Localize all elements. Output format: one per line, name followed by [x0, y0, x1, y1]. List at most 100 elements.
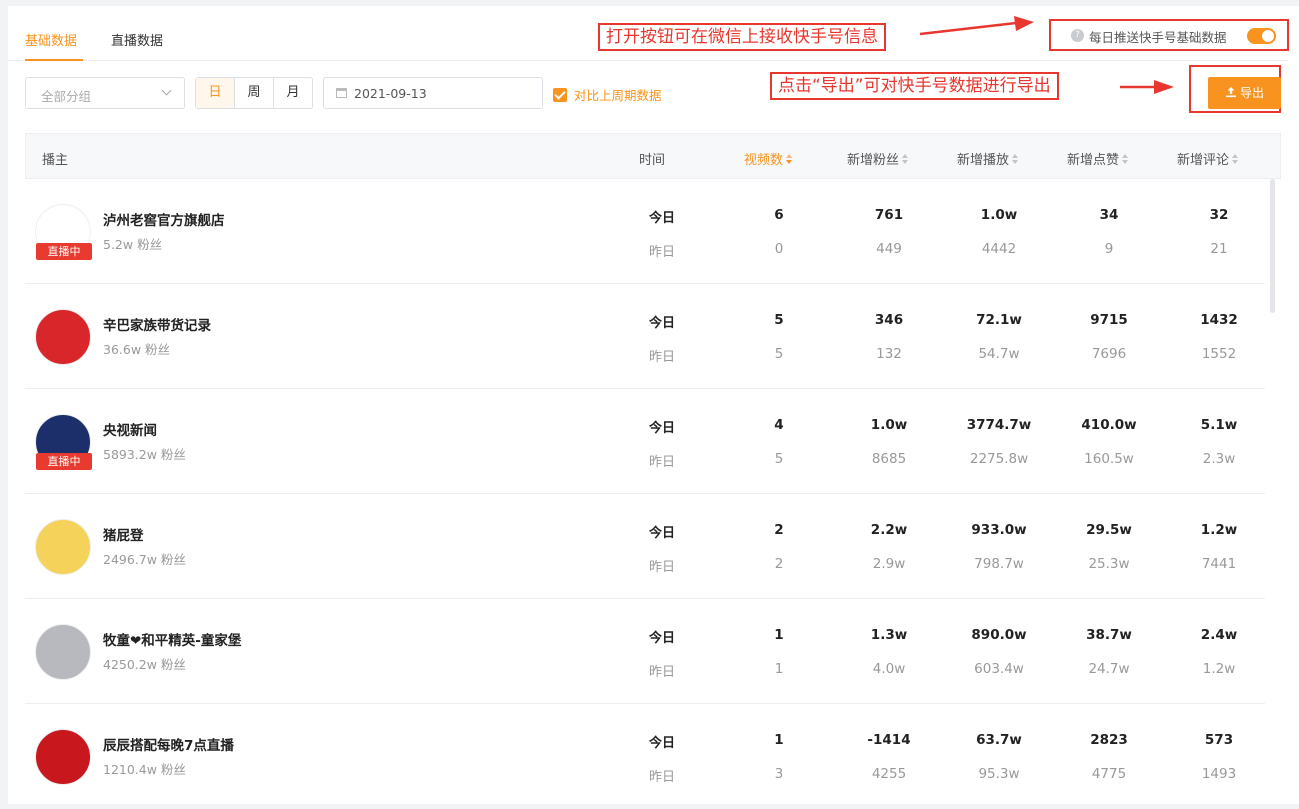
- period-month-button[interactable]: 月: [274, 78, 312, 108]
- today-value: 38.7w: [1086, 627, 1132, 643]
- table-row[interactable]: 直播中 泸州老窖官方旗舰店 5.2w 粉丝 今日 昨日 6 0 761 449 1.0w 4442 3…: [25, 179, 1265, 284]
- export-label: 导出: [1239, 86, 1264, 100]
- tab-live-data[interactable]: 直播数据: [111, 30, 163, 49]
- compare-previous-checkbox[interactable]: 对比上周期数据: [553, 85, 662, 104]
- group-select[interactable]: 全部分组: [25, 77, 185, 109]
- yesterday-value: 25.3w: [1088, 556, 1130, 572]
- col-new-comments-label: 新增评论: [1177, 153, 1230, 168]
- today-value: 933.0w: [971, 522, 1027, 538]
- yesterday-value: 24.7w: [1088, 661, 1130, 677]
- tab-basic-data[interactable]: 基础数据: [25, 30, 77, 49]
- yesterday-label: 昨日: [648, 455, 675, 470]
- table-row[interactable]: 直播中 央视新闻 5893.2w 粉丝 今日 昨日 4 5 1.0w 8685 3774.7w 22…: [25, 389, 1265, 494]
- today-value: 1.0w: [980, 207, 1018, 223]
- yesterday-value: 2: [774, 556, 784, 572]
- col-time: 时间: [639, 153, 666, 168]
- yesterday-value: 2.3w: [1202, 451, 1236, 467]
- anchor-name[interactable]: 辛巴家族带货记录: [103, 314, 211, 334]
- table-row[interactable]: 牧童❤和平精英-童家堡 4250.2w 粉丝 今日 昨日 1 1 1.3w 4.0w 890.0…: [25, 599, 1265, 704]
- period-day-button[interactable]: 日: [196, 78, 235, 108]
- avatar[interactable]: [35, 309, 91, 365]
- help-icon[interactable]: ?: [1071, 29, 1084, 42]
- daily-push-toggle[interactable]: [1247, 28, 1276, 44]
- today-value: 573: [1204, 732, 1234, 748]
- period-selector: 日 周 月: [195, 77, 313, 109]
- table-header: 播主 时间 视频数 新增粉丝 新增播放 新增点赞 新增评论: [25, 133, 1281, 179]
- yesterday-label: 昨日: [648, 560, 675, 575]
- col-videos-label: 视频数: [744, 153, 784, 168]
- checkbox-checked-icon: [553, 88, 567, 102]
- compare-label: 对比上周期数据: [574, 88, 662, 103]
- sort-icon: [1012, 154, 1019, 165]
- yesterday-value: 449: [876, 241, 902, 257]
- today-label: 今日: [648, 736, 675, 751]
- export-button[interactable]: 导出: [1208, 77, 1281, 109]
- avatar[interactable]: [35, 519, 91, 575]
- today-value: 1.2w: [1200, 522, 1238, 538]
- arrow-right-icon: [1120, 80, 1174, 94]
- today-value: 346: [874, 312, 904, 328]
- today-value: 1.0w: [870, 417, 908, 433]
- yesterday-value: 1: [774, 661, 784, 677]
- sort-icon: [786, 154, 793, 165]
- col-new-fans-label: 新增粉丝: [847, 153, 900, 168]
- period-week-button[interactable]: 周: [235, 78, 274, 108]
- yesterday-label: 昨日: [648, 770, 675, 785]
- today-label: 今日: [648, 211, 675, 226]
- yesterday-value: 1552: [1201, 346, 1237, 362]
- sort-icon: [902, 154, 909, 165]
- upload-icon: [1225, 87, 1236, 98]
- anchor-name[interactable]: 辰辰搭配每晚7点直播: [103, 734, 234, 754]
- live-badge: 直播中: [36, 453, 92, 470]
- today-value: 63.7w: [976, 732, 1022, 748]
- daily-push-label: 每日推送快手号基础数据: [1089, 30, 1227, 45]
- col-videos[interactable]: 视频数: [744, 149, 793, 168]
- yesterday-value: 4255: [871, 766, 907, 782]
- push-annotation: 打开按钮可在微信上接收快手号信息: [598, 23, 886, 51]
- yesterday-label: 昨日: [648, 245, 675, 260]
- col-new-likes[interactable]: 新增点赞: [1067, 149, 1129, 168]
- table-row[interactable]: 猪屁登 2496.7w 粉丝 今日 昨日 2 2 2.2w 2.9w 933.0w 798.7w 2…: [25, 494, 1265, 599]
- today-value: 3774.7w: [966, 417, 1032, 433]
- live-badge: 直播中: [36, 243, 92, 260]
- table-row[interactable]: 辰辰搭配每晚7点直播 1210.4w 粉丝 今日 昨日 1 3 -1414 4255 63.7w…: [25, 704, 1265, 786]
- arrow-right-icon: [919, 16, 1034, 36]
- yesterday-value: 798.7w: [974, 556, 1024, 572]
- anchor-name[interactable]: 泸州老窖官方旗舰店: [103, 209, 225, 229]
- yesterday-value: 603.4w: [974, 661, 1024, 677]
- today-value: 34: [1099, 207, 1119, 223]
- yesterday-value: 2.9w: [872, 556, 906, 572]
- col-anchor: 播主: [42, 153, 69, 168]
- today-value: 2823: [1090, 732, 1128, 748]
- today-value: 6: [774, 207, 784, 223]
- yesterday-value: 3: [774, 766, 784, 782]
- yesterday-value: 7696: [1091, 346, 1127, 362]
- today-label: 今日: [648, 631, 675, 646]
- today-value: 761: [874, 207, 904, 223]
- anchor-name[interactable]: 牧童❤和平精英-童家堡: [103, 629, 241, 649]
- anchor-name[interactable]: 央视新闻: [103, 419, 157, 439]
- avatar[interactable]: [35, 729, 91, 785]
- sort-icon: [1122, 154, 1129, 165]
- anchor-name[interactable]: 猪屁登: [103, 524, 144, 544]
- export-annotation: 点击“导出”可对快手号数据进行导出: [770, 72, 1059, 100]
- yesterday-value: 95.3w: [978, 766, 1020, 782]
- date-value: 2021-09-13: [354, 86, 427, 101]
- export-highlight: 导出: [1189, 65, 1281, 113]
- date-picker[interactable]: 2021-09-13: [323, 77, 543, 109]
- today-label: 今日: [648, 316, 675, 331]
- table-row[interactable]: 辛巴家族带货记录 36.6w 粉丝 今日 昨日 5 5 346 132 72.1w 54.7w 97…: [25, 284, 1265, 389]
- col-new-plays[interactable]: 新增播放: [957, 149, 1019, 168]
- yesterday-value: 1.2w: [1202, 661, 1236, 677]
- col-new-comments[interactable]: 新增评论: [1177, 149, 1239, 168]
- yesterday-value: 2275.8w: [969, 451, 1029, 467]
- anchor-fans: 36.6w 粉丝: [103, 342, 171, 357]
- anchor-fans: 5.2w 粉丝: [103, 237, 163, 252]
- table-scrollbar[interactable]: [1270, 179, 1275, 313]
- today-value: 9715: [1090, 312, 1128, 328]
- col-new-fans[interactable]: 新增粉丝: [847, 149, 909, 168]
- today-value: 2: [774, 522, 784, 538]
- yesterday-label: 昨日: [648, 350, 675, 365]
- yesterday-value: 54.7w: [978, 346, 1020, 362]
- avatar[interactable]: [35, 624, 91, 680]
